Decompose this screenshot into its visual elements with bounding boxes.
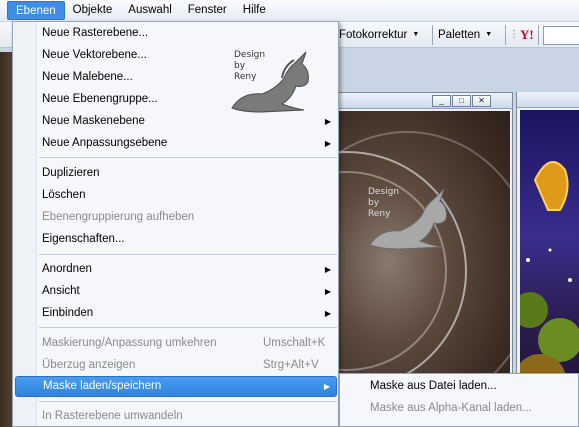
submenu-item-maske-aus-alpha-kanal[interactable]: Maske aus Alpha-Kanal laden... [370,398,532,419]
menu-item-label: Neue Vektorebene... [42,49,147,61]
menu-item-neue-anpassungsebene[interactable]: Neue Anpassungsebene ▶ [15,133,337,154]
toolbar-separator [505,25,506,45]
menu-fenster[interactable]: Fenster [180,1,235,20]
menu-item-ebenengruppierung-aufheben[interactable]: Ebenengruppierung aufheben [15,207,337,228]
menu-item-label: Maskierung/Anpassung umkehren [42,337,217,349]
menu-item-label: Neue Rasterebene... [42,27,149,39]
menu-item-label: Duplizieren [42,167,100,179]
menu-separator [39,401,337,402]
menu-separator [39,327,337,328]
menu-auswahl[interactable]: Auswahl [120,1,179,20]
menu-item-shortcut: Umschalt+K [263,337,326,349]
menu-separator [39,254,337,255]
menu-item-label: Ansicht [42,285,80,297]
menu-item-loeschen[interactable]: Löschen [15,185,337,206]
menu-item-label: Einbinden [42,307,94,319]
submenu-arrow-icon: ▶ [323,382,330,391]
dropdown-arrow-icon: ▼ [485,31,493,38]
menu-item-label: Neue Malebene... [42,71,133,83]
toolbar-separator [432,25,433,45]
menu-ebenen[interactable]: Ebenen [7,1,65,20]
submenu-arrow-icon: ▶ [324,139,331,148]
menu-item-eigenschaften[interactable]: Eigenschaften... [15,229,337,250]
menu-item-ansicht[interactable]: Ansicht ▶ [15,281,337,302]
submenu-arrow-icon: ▶ [324,265,331,274]
menu-item-label: Anordnen [42,263,92,275]
light-swirl [337,131,510,411]
unicorn-logo [231,51,309,113]
menu-item-maskierung-umkehren[interactable]: Maskierung/Anpassung umkehren Umschalt+K [15,333,337,354]
menu-item-label: Maske laden/speichern [43,380,162,392]
watermark: Design by Reny [222,48,332,118]
menu-item-label: Neue Maskenebene [42,115,145,127]
maximize-icon[interactable]: □ [452,95,471,107]
menu-item-label: Eigenschaften... [42,233,125,245]
menu-item-label: Neue Ebenengruppe... [42,93,158,105]
menu-item-maske-laden-speichern[interactable]: Maske laden/speichern ▶ [15,376,337,397]
fotokorrektur-label: Fotokorrektur [339,29,408,41]
toolbar-separator [538,25,539,45]
submenu-item-maske-aus-datei[interactable]: Maske aus Datei laden... [370,376,497,397]
menu-item-label: Überzug anzeigen [42,359,136,371]
dropdown-arrow-icon: ▼ [412,31,420,38]
menu-item-label: Löschen [42,189,86,201]
menu-item-duplizieren[interactable]: Duplizieren [15,163,337,184]
paletten-label: Paletten [438,29,481,41]
menu-item-label: Ebenengruppierung aufheben [42,211,195,223]
fotokorrektur-button[interactable]: Fotokorrektur ▼ [339,26,419,44]
menu-item-neue-rasterebene[interactable]: Neue Rasterebene... [15,23,337,44]
yahoo-logo[interactable]: Y! [520,26,534,44]
minimize-icon[interactable]: _ [432,95,451,107]
menu-item-ueberzug-anzeigen[interactable]: Überzug anzeigen Strg+Alt+V [15,355,337,376]
menu-item-einbinden[interactable]: Einbinden ▶ [15,303,337,324]
close-icon[interactable]: ✕ [472,95,491,107]
paletten-button[interactable]: Paletten ▼ [438,26,492,44]
menu-separator [39,157,337,158]
menu-item-anordnen[interactable]: Anordnen ▶ [15,259,337,280]
watermark: Design by Reny [360,185,470,255]
submenu-arrow-icon: ▶ [324,309,331,318]
menu-hilfe[interactable]: Hilfe [235,1,274,20]
maske-submenu: Maske aus Datei laden... Maske aus Alpha… [339,373,579,427]
submenu-arrow-icon: ▶ [324,287,331,296]
menu-item-label: Neue Anpassungsebene [42,137,168,149]
grip-icon: ⋮ [509,29,519,40]
menu-item-in-rasterebene-umwandeln[interactable]: In Rasterebene umwandeln [15,406,337,427]
unicorn-logo [369,188,447,250]
document-titlebar[interactable]: _ □ ✕ [334,93,512,109]
menu-objekte[interactable]: Objekte [65,1,121,20]
search-input[interactable] [543,26,579,45]
menu-bar: Ebenen Objekte Auswahl Fenster Hilfe [0,0,579,22]
menu-item-shortcut: Strg+Alt+V [263,359,319,371]
menu-item-label: In Rasterebene umwandeln [42,410,183,422]
document-titlebar[interactable] [517,92,579,108]
